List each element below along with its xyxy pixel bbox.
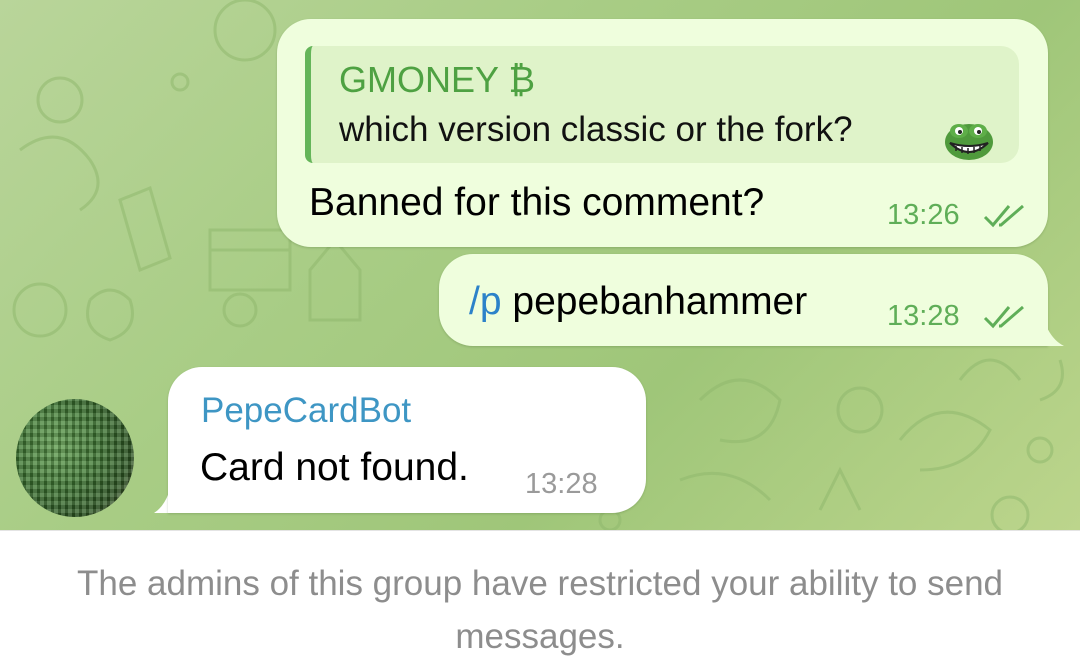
- command-argument: pepebanhammer: [512, 280, 808, 323]
- reply-text: which version classic or the fork?: [339, 110, 853, 149]
- read-ticks-icon: [983, 305, 1024, 329]
- message-text: Banned for this comment?: [309, 181, 765, 224]
- avatar[interactable]: [16, 399, 134, 517]
- reply-author: GMONEY ₿: [339, 59, 536, 100]
- reply-preview[interactable]: GMONEY ₿ which version classic or the fo…: [305, 46, 1019, 163]
- message-text: /p pepebanhammer: [469, 280, 807, 324]
- message-time: 13:28: [887, 300, 960, 332]
- bubble-tail: [1040, 300, 1064, 346]
- message-text: Card not found.: [200, 446, 469, 489]
- chat-area[interactable]: GMONEY ₿ which version classic or the fo…: [0, 0, 1080, 530]
- message-bubble-incoming[interactable]: PepeCardBot Card not found. 13:28: [168, 367, 646, 513]
- message-time: 13:28: [525, 468, 598, 500]
- bot-command-link[interactable]: /p: [469, 280, 502, 323]
- message-time: 13:26: [887, 199, 960, 231]
- sender-name[interactable]: PepeCardBot: [201, 391, 411, 431]
- restricted-notice: The admins of this group have restricted…: [76, 564, 1004, 656]
- pepe-grin-icon: [945, 124, 993, 160]
- read-ticks-icon: [983, 204, 1024, 228]
- input-restricted-bar: The admins of this group have restricted…: [0, 530, 1080, 664]
- message-bubble-outgoing[interactable]: GMONEY ₿ which version classic or the fo…: [277, 19, 1048, 247]
- message-bubble-outgoing[interactable]: /p pepebanhammer 13:28: [439, 254, 1048, 346]
